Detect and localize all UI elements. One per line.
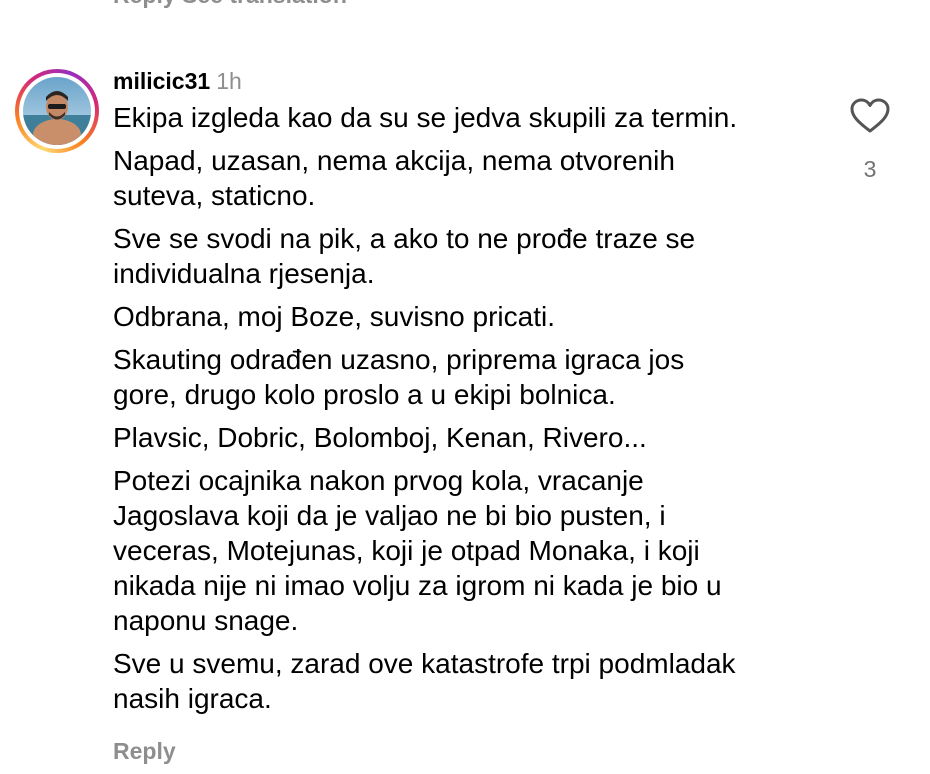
username-link[interactable]: milicic31	[113, 68, 210, 94]
comment-paragraph: Ekipa izgleda kao da su se jedva skupili…	[113, 102, 738, 133]
like-button[interactable]	[848, 98, 892, 139]
like-count: 3	[863, 156, 877, 182]
comment-paragraph: Napad, uzasan, nema akcija, nema otvoren…	[113, 145, 675, 211]
previous-comment-actions[interactable]: Reply See translation	[113, 0, 347, 9]
comment-paragraph: Sve se svodi na pik, a ako to ne prođe t…	[113, 223, 696, 289]
comment-paragraph: Skauting odrađen uzasno, priprema igraca…	[113, 344, 685, 410]
avatar[interactable]	[23, 77, 91, 145]
comment-paragraph: Sve u svemu, zarad ove katastrofe trpi p…	[113, 648, 736, 714]
comment-thread: Reply See translation	[0, 0, 930, 774]
comment-paragraph: Odbrana, moj Boze, suvisno pricati.	[113, 301, 555, 332]
comment-paragraph: Potezi ocajnika nakon prvog kola, vracan…	[113, 465, 722, 636]
heart-outline-icon[interactable]	[850, 98, 890, 134]
story-ring[interactable]	[15, 69, 99, 153]
comment-body: milicic31 1h Ekipa izgleda kao da su se j…	[113, 64, 833, 724]
comment-meta: milicic31 1h	[113, 64, 833, 98]
comment-paragraph: Plavsic, Dobric, Bolomboj, Kenan, Rivero…	[113, 422, 647, 453]
reply-button[interactable]: Reply	[113, 738, 176, 765]
comment-time: 1h	[216, 68, 242, 94]
